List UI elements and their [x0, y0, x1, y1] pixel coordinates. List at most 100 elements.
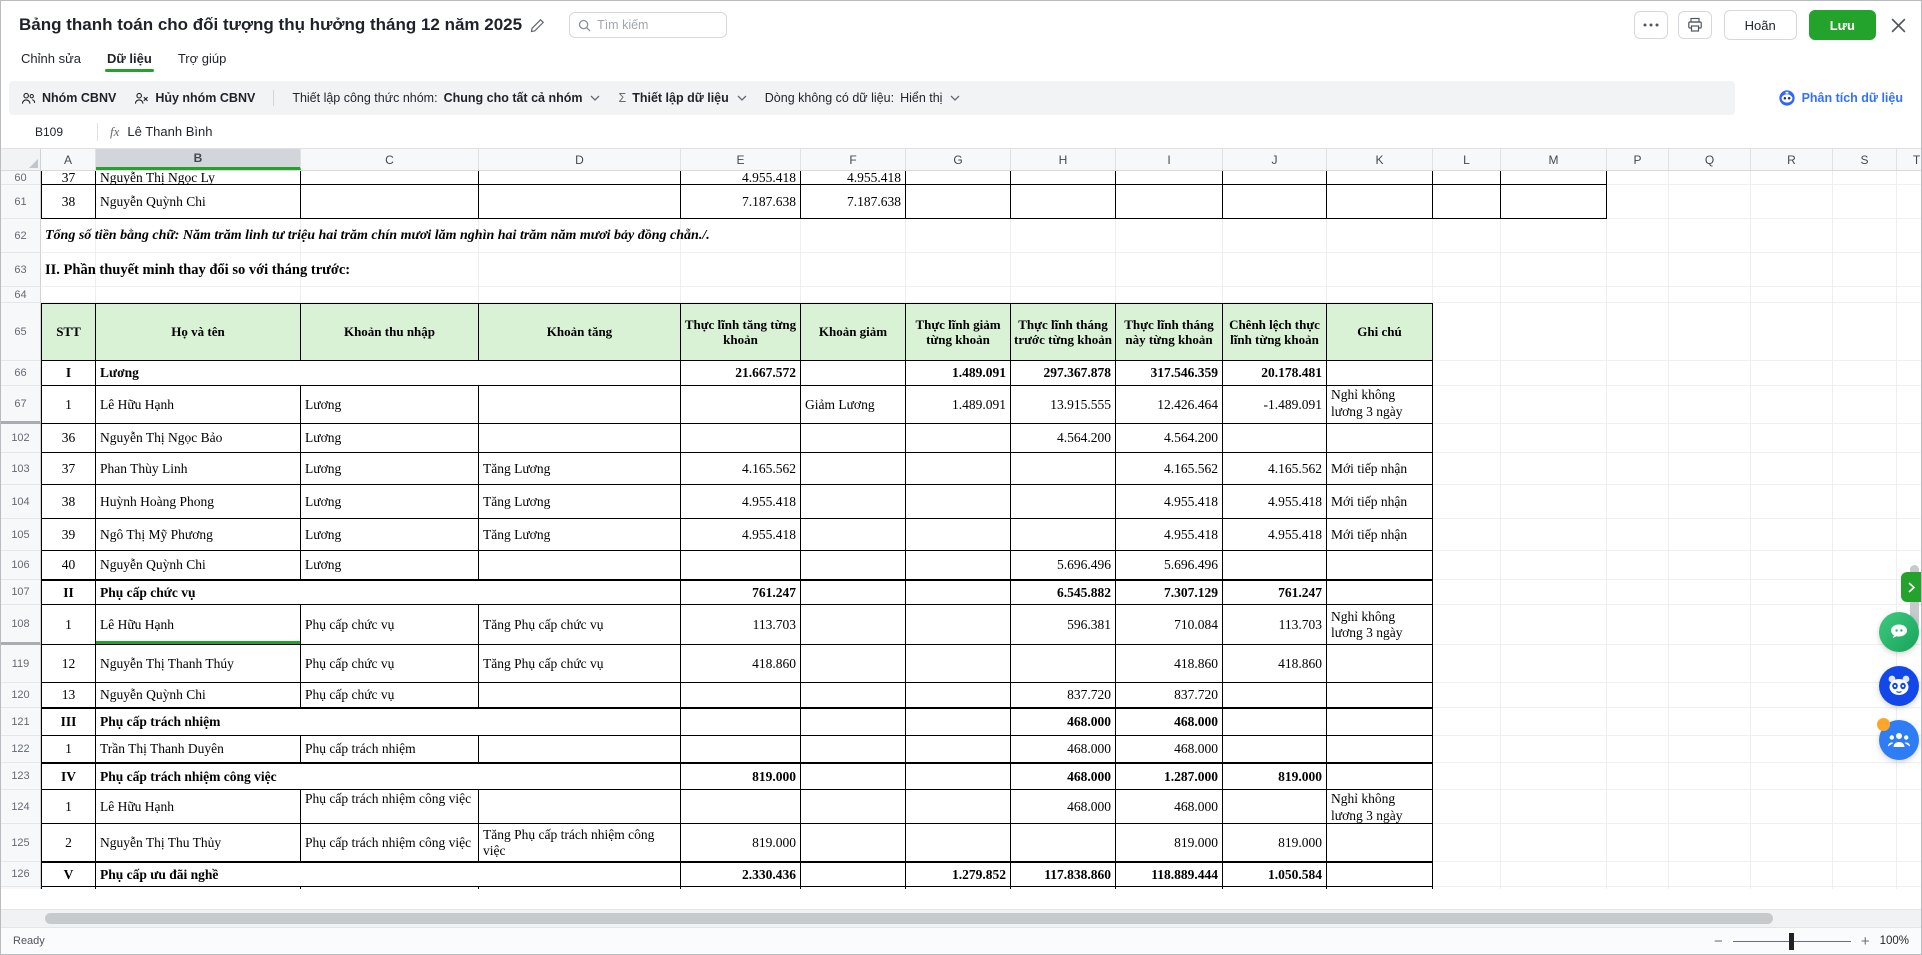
zoom-slider-handle[interactable] — [1789, 933, 1794, 950]
grid-cell-P127[interactable] — [1607, 887, 1669, 889]
grid-cell-P122[interactable] — [1607, 736, 1669, 763]
grid-cell-S61[interactable] — [1833, 185, 1897, 219]
grid-cell-R107[interactable] — [1751, 580, 1833, 605]
grid-cell-S103[interactable] — [1833, 453, 1897, 485]
grid-cell-K64[interactable] — [1327, 287, 1433, 303]
grid-cell-D122[interactable] — [479, 736, 681, 763]
grid-cell-A122[interactable]: 1 — [41, 736, 96, 763]
grid-cell-S60[interactable] — [1833, 171, 1897, 185]
grid-cell-E60[interactable]: 4.955.418 — [681, 171, 801, 185]
grid-cell-E119[interactable]: 418.860 — [681, 645, 801, 683]
grid-cell-B106[interactable]: Nguyễn Quỳnh Chi — [96, 551, 301, 580]
grid-cell-R103[interactable] — [1751, 453, 1833, 485]
grid-cell-H127[interactable]: 7.085.095 — [1011, 887, 1116, 889]
column-header-A[interactable]: A — [41, 149, 96, 170]
grid-cell-E122[interactable] — [681, 736, 801, 763]
row-number-120[interactable]: 120 — [1, 683, 41, 708]
grid-cell-L125[interactable] — [1433, 824, 1501, 862]
grid-cell-D105[interactable]: Tăng Lương — [479, 519, 681, 551]
grid-cell-A104[interactable]: 38 — [41, 485, 96, 519]
grid-cell-I104[interactable]: 4.955.418 — [1116, 485, 1223, 519]
grid-cell-A127[interactable]: 1 — [41, 887, 96, 889]
grid-cell-R121[interactable] — [1751, 708, 1833, 736]
grid-cell-K120[interactable] — [1327, 683, 1433, 708]
grid-cell-J61[interactable] — [1223, 185, 1327, 219]
menu-tab-3[interactable]: Trợ giúp — [176, 49, 229, 74]
zoom-out-button[interactable]: − — [1714, 933, 1723, 950]
grid-cell-M105[interactable] — [1501, 519, 1607, 551]
grid-cell-J102[interactable] — [1223, 424, 1327, 453]
row-number-108[interactable]: 108 — [1, 605, 41, 645]
grid-cell-F122[interactable] — [801, 736, 906, 763]
grid-cell-B119[interactable]: Nguyễn Thị Thanh Thúy — [96, 645, 301, 683]
grid-cell-L104[interactable] — [1433, 485, 1501, 519]
menu-tab-1[interactable]: Chỉnh sửa — [19, 49, 83, 74]
grid-cell-B102[interactable]: Nguyễn Thị Ngọc Bảo — [96, 424, 301, 453]
grid-cell-C102[interactable]: Lương — [301, 424, 479, 453]
grid-cell-G66[interactable]: 1.489.091 — [906, 361, 1011, 386]
grid-cell-R63[interactable] — [1751, 253, 1833, 287]
grid-cell-C61[interactable] — [301, 185, 479, 219]
grid-cell-E124[interactable] — [681, 790, 801, 824]
grid-cell-M121[interactable] — [1501, 708, 1607, 736]
grid-cell-F67[interactable]: Giảm Lương — [801, 386, 906, 424]
grid-cell-P105[interactable] — [1607, 519, 1669, 551]
group-staff-button[interactable]: Nhóm CBNV — [21, 91, 116, 105]
grid-cell-R61[interactable] — [1751, 185, 1833, 219]
grid-cell-H106[interactable]: 5.696.496 — [1011, 551, 1116, 580]
grid-cell-C60[interactable] — [301, 171, 479, 185]
grid-cell-J106[interactable] — [1223, 551, 1327, 580]
grid-cell-D125[interactable]: Tăng Phụ cấp trách nhiệm công việc — [479, 824, 681, 862]
grid-cell-J120[interactable] — [1223, 683, 1327, 708]
column-header-H[interactable]: H — [1011, 149, 1116, 170]
grid-cell-R105[interactable] — [1751, 519, 1833, 551]
grid-cell-T63[interactable] — [1897, 253, 1921, 287]
grid-cell-P65[interactable] — [1607, 303, 1669, 361]
grid-cell-R108[interactable] — [1751, 605, 1833, 645]
grid-cell-Q102[interactable] — [1669, 424, 1751, 453]
postpone-button[interactable]: Hoãn — [1724, 10, 1797, 40]
grid-cell-J107[interactable]: 761.247 — [1223, 580, 1327, 605]
grid-cell-J121[interactable] — [1223, 708, 1327, 736]
grid-cell-E125[interactable]: 819.000 — [681, 824, 801, 862]
grid-cell-M122[interactable] — [1501, 736, 1607, 763]
grid-cell-F123[interactable] — [801, 763, 906, 790]
grid-cell-A64[interactable] — [41, 287, 96, 303]
grid-cell-P60[interactable] — [1607, 171, 1669, 185]
grid-cell-P124[interactable] — [1607, 790, 1669, 824]
grid-cell-F107[interactable] — [801, 580, 906, 605]
grid-cell-L102[interactable] — [1433, 424, 1501, 453]
grid-cell-F61[interactable]: 7.187.638 — [801, 185, 906, 219]
grid-cell-Q64[interactable] — [1669, 287, 1751, 303]
empty-rows-dropdown[interactable]: Dòng không có dữ liệu: Hiển thị — [765, 91, 961, 105]
grid-cell-E102[interactable] — [681, 424, 801, 453]
grid-cell-S123[interactable] — [1833, 763, 1897, 790]
grid-cell-S63[interactable] — [1833, 253, 1897, 287]
grid-cell-C124[interactable]: Phụ cấp trách nhiệm công việc — [301, 790, 479, 824]
grid-cell-G120[interactable] — [906, 683, 1011, 708]
grid-cell-H64[interactable] — [1011, 287, 1116, 303]
search-input[interactable]: Tìm kiếm — [569, 12, 727, 38]
grid-cell-P66[interactable] — [1607, 361, 1669, 386]
grid-cell-C65[interactable]: Khoản thu nhập — [301, 303, 479, 361]
row-number-65[interactable]: 65 — [1, 303, 41, 361]
column-header-J[interactable]: J — [1223, 149, 1327, 170]
grid-cell-H67[interactable]: 13.915.555 — [1011, 386, 1116, 424]
grid-cell-F65[interactable]: Khoản giảm — [801, 303, 906, 361]
grid-cell-H120[interactable]: 837.720 — [1011, 683, 1116, 708]
grid-cell-K127[interactable]: Nghỉ không — [1327, 887, 1433, 889]
grid-cell-B124[interactable]: Lê Hữu Hạnh — [96, 790, 301, 824]
grid-cell-B104[interactable]: Huỳnh Hoàng Phong — [96, 485, 301, 519]
grid-cell-Q62[interactable] — [1669, 219, 1751, 253]
grid-cell-A108[interactable]: 1 — [41, 605, 96, 645]
row-number-62[interactable]: 62 — [1, 219, 41, 253]
grid-cell-R60[interactable] — [1751, 171, 1833, 185]
grid-cell-D108[interactable]: Tăng Phụ cấp chức vụ — [479, 605, 681, 645]
grid-cell-L106[interactable] — [1433, 551, 1501, 580]
grid-cell-G108[interactable] — [906, 605, 1011, 645]
row-number-127[interactable]: 127 — [1, 887, 41, 889]
grid-cell-A65[interactable]: STT — [41, 303, 96, 361]
grid-cell-L61[interactable] — [1433, 185, 1501, 219]
grid-cell-B108[interactable]: Lê Hữu Hạnh — [96, 605, 301, 645]
grid-cell-T64[interactable] — [1897, 287, 1921, 303]
